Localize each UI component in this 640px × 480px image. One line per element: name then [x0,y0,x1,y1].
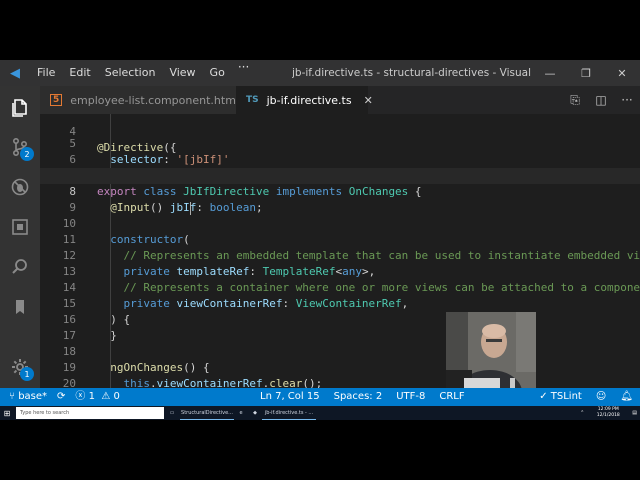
settings-gear-icon[interactable]: 1 [0,350,40,384]
debug-icon[interactable] [0,170,40,204]
menu-view[interactable]: View [162,60,202,86]
typescript-file-icon: TS [246,95,259,105]
branch-status[interactable]: ⑂ base* [4,388,52,406]
search-icon[interactable] [0,250,40,284]
menu-go[interactable]: Go [203,60,232,86]
explorer-icon[interactable] [0,90,40,124]
tab-label: jb-if.directive.ts [266,93,352,107]
search-placeholder: Type here to search [20,410,70,416]
tslint-label: TSLint [550,391,582,402]
menu-bar: File Edit Selection View Go ··· [30,60,255,86]
source-control-badge: 2 [20,147,34,161]
taskbar-app-label: StructuralDirective... [181,409,233,416]
status-bar: ⑂ base* ⟳ ⓧ 1 ⚠ 0 Ln 7, Col 15 Spaces: 2… [0,388,640,406]
window-title: jb-if.directive.ts - structural-directiv… [292,67,532,79]
menu-selection[interactable]: Selection [98,60,163,86]
windows-taskbar: ⊞ Type here to search ▭ StructuralDirect… [0,406,640,420]
editor-tabs: 5 employee-list.component.html TS jb-if.… [40,86,640,114]
editor-actions: ⎘ ◫ ··· [562,86,640,114]
title-bar: ◀ File Edit Selection View Go ··· jb-if.… [0,60,640,86]
feedback-icon[interactable]: ☺ [589,388,613,406]
taskbar-app-vscode[interactable]: jb-if.directive.ts - ... [262,406,316,420]
action-center-icon[interactable]: ▤ [629,410,640,416]
code-line: this.viewContainerRef.createEmbeddedView… [40,376,640,388]
tab-employee-list[interactable]: 5 employee-list.component.html [40,86,239,114]
edge-icon[interactable]: e [234,406,248,420]
notifications-bell-icon[interactable]: 🔔︎ [613,388,640,406]
video-letterbox-top [0,0,640,60]
source-control-icon[interactable]: 2 [0,130,40,164]
code-line: 16 } [40,296,640,342]
code-line: 6 }) [40,136,640,182]
taskbar-app-label: jb-if.directive.ts - ... [264,409,314,416]
tslint-status[interactable]: ✓ TSLint [532,388,589,406]
code-line: 19 this.viewContainerRef.clear(); [40,344,640,388]
windows-start-icon[interactable]: ⊞ [0,406,14,420]
close-window-button[interactable]: ✕ [604,60,640,86]
activity-bar: 2 1 [0,86,40,388]
status-left: ⑂ base* ⟳ ⓧ 1 ⚠ 0 [4,388,125,406]
menu-more-button[interactable]: ··· [232,60,255,86]
system-tray: ⌃ 12:09 PM 12/1/2018 ▤ [577,406,640,420]
taskbar-app-browser[interactable]: StructuralDirective... [180,406,234,420]
minimize-button[interactable]: — [532,60,568,86]
open-changes-icon[interactable]: ⎘ [562,93,588,108]
taskbar-search-input[interactable]: Type here to search [16,407,164,419]
warning-count: 0 [113,391,120,402]
error-count: 1 [88,391,95,402]
bookmark-icon[interactable] [0,290,40,324]
code-line: 18 ngOnChanges() { [40,328,640,374]
code-line: 20 if (this.jbIf) { [40,360,640,388]
problems-status[interactable]: ⓧ 1 ⚠ 0 [70,388,124,406]
code-line: 10 constructor( [40,200,640,246]
extensions-icon[interactable] [0,210,40,244]
html-file-icon: 5 [50,94,63,106]
code-editor[interactable]: 4 @Directive({ 5 selector: '[jbIf]' 6 })… [40,114,640,388]
tab-jb-if-directive[interactable]: TS jb-if.directive.ts ✕ [236,86,373,114]
branch-name: base* [18,391,48,402]
video-letterbox-bottom [0,420,640,480]
code-line: 13 // Represents a container where one o… [40,248,640,294]
code-line: 7 export class JbIfDirective implements … [40,152,640,198]
window-controls: — ❐ ✕ [532,60,640,86]
code-line-current: 8 @Input() jbIf: boolean; [40,168,640,215]
vscode-logo-icon: ◀ [10,65,20,81]
clock[interactable]: 12:09 PM 12/1/2018 [587,407,629,419]
settings-badge: 1 [20,367,34,381]
code-line: 15 ) { [40,280,640,326]
clock-date: 12/1/2018 [596,413,620,418]
sync-icon[interactable]: ⟳ [52,388,70,406]
vs-icon[interactable]: ◆ [248,406,262,420]
cursor-position[interactable]: Ln 7, Col 15 [253,388,327,406]
code-line: 5 selector: '[jbIf]' [40,120,640,166]
encoding-status[interactable]: UTF-8 [389,388,432,406]
eol-status[interactable]: CRLF [432,388,471,406]
status-right: Ln 7, Col 15 Spaces: 2 UTF-8 CRLF ✓ TSLi… [253,388,640,406]
more-actions-icon[interactable]: ··· [614,93,640,107]
menu-edit[interactable]: Edit [62,60,97,86]
restore-button[interactable]: ❐ [568,60,604,86]
code-line: 17 [40,312,640,342]
indentation-status[interactable]: Spaces: 2 [327,388,390,406]
task-view-icon[interactable]: ▭ [164,406,180,420]
code-line: 9 [40,184,640,214]
tab-label: employee-list.component.html [70,93,239,107]
status-right-end: ✓ TSLint ☺ 🔔︎ [532,388,640,406]
code-line: 11 // Represents an embedded template th… [40,216,640,262]
code-line: 14 private viewContainerRef: ViewContain… [40,264,640,310]
menu-file[interactable]: File [30,60,62,86]
tray-network-icon[interactable]: ⌃ [577,410,587,416]
split-editor-icon[interactable]: ◫ [588,93,614,107]
code-line: 12 private templateRef: TemplateRef<any>… [40,232,640,278]
close-icon[interactable]: ✕ [364,94,373,107]
